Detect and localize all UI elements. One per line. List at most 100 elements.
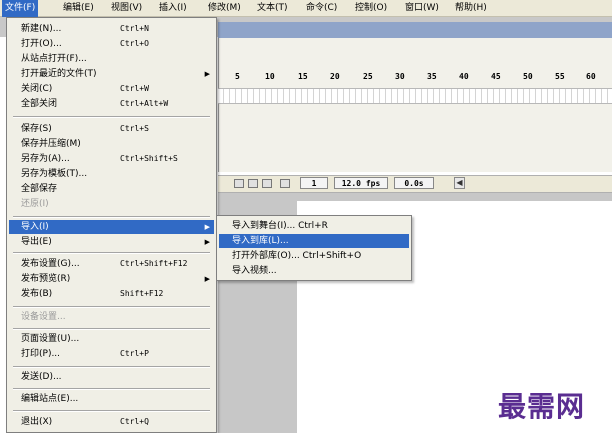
menu-item-open-from-site[interactable]: 从站点打开(F)... <box>9 52 214 66</box>
menu-item-label: 退出(X) <box>21 417 53 427</box>
menu-item-label: 发布预览(R) <box>21 274 71 284</box>
timeline-ruler: 5 10 15 20 25 30 35 40 45 50 55 60 <box>218 72 612 86</box>
menu-item-shortcut: Ctrl+Shift+S <box>120 154 178 163</box>
menu-item-label: 打开最近的文件(T) <box>21 69 97 79</box>
scroll-left-icon[interactable]: ◀ <box>454 177 465 189</box>
submenu-arrow-icon: ▶ <box>204 70 210 78</box>
menu-commands[interactable]: 命令(C) <box>303 0 340 17</box>
submenu-item-import-to-library[interactable]: 导入到库(L)... <box>219 234 409 248</box>
ruler-number: 45 <box>491 72 501 81</box>
ruler-number: 20 <box>330 72 340 81</box>
menu-item-device-settings: 设备设置... <box>9 310 214 324</box>
menu-item-publish[interactable]: 发布(B) Shift+F12 <box>9 287 214 301</box>
menu-separator <box>13 410 210 412</box>
document-tab-bar <box>218 22 612 38</box>
menu-item-label: 另存为模板(T)... <box>21 169 88 179</box>
menu-item-shortcut: Ctrl+Shift+F12 <box>120 259 188 268</box>
menu-item-shortcut: Ctrl+P <box>120 349 149 358</box>
menu-separator <box>13 216 210 218</box>
submenu-arrow-icon: ▶ <box>204 223 210 231</box>
menu-item-save-all[interactable]: 全部保存 <box>9 182 214 196</box>
menu-item-exit[interactable]: 退出(X) Ctrl+Q <box>9 415 214 429</box>
menu-item-send[interactable]: 发送(D)... <box>9 370 214 384</box>
center-frame-icon[interactable] <box>234 179 244 188</box>
menu-item-publish-settings[interactable]: 发布设置(G)... Ctrl+Shift+F12 <box>9 257 214 271</box>
menu-help[interactable]: 帮助(H) <box>452 0 490 17</box>
menu-item-label: 设备设置... <box>21 312 66 322</box>
menu-bar: 文件(F) 编辑(E) 视图(V) 插入(I) 修改(M) 文本(T) 命令(C… <box>0 0 612 17</box>
onion-skin-icon[interactable] <box>248 179 258 188</box>
menu-separator <box>13 116 210 118</box>
menu-separator <box>13 328 210 330</box>
ruler-number: 5 <box>235 72 240 81</box>
submenu-item-open-external-library[interactable]: 打开外部库(O)... Ctrl+Shift+O <box>219 249 409 263</box>
menu-item-label: 新建(N)... <box>21 24 62 34</box>
menu-item-close[interactable]: 关闭(C) Ctrl+W <box>9 82 214 96</box>
onion-outline-icon[interactable] <box>262 179 272 188</box>
menu-separator <box>13 306 210 308</box>
menu-item-label: 导入(I) <box>21 222 49 232</box>
menu-item-new[interactable]: 新建(N)... Ctrl+N <box>9 22 214 36</box>
menu-item-export[interactable]: 导出(E) ▶ <box>9 235 214 249</box>
menu-item-shortcut: Ctrl+W <box>120 84 149 93</box>
submenu-arrow-icon: ▶ <box>204 275 210 283</box>
menu-item-page-setup[interactable]: 页面设置(U)... <box>9 332 214 346</box>
timeline-frames[interactable] <box>218 88 612 104</box>
menu-item-save[interactable]: 保存(S) Ctrl+S <box>9 122 214 136</box>
menu-window[interactable]: 窗口(W) <box>402 0 442 17</box>
timeline-panel <box>218 38 612 172</box>
menu-item-label: 编辑站点(E)... <box>21 394 79 404</box>
menu-item-label: 页面设置(U)... <box>21 334 80 344</box>
timeline-status-bar: 1 12.0 fps 0.0s ◀ <box>218 175 612 193</box>
menu-item-label: 打开外部库(O)... Ctrl+Shift+O <box>232 251 362 261</box>
menu-item-save-and-compact[interactable]: 保存并压缩(M) <box>9 137 214 151</box>
menu-edit[interactable]: 编辑(E) <box>60 0 97 17</box>
ruler-number: 10 <box>265 72 275 81</box>
menu-item-label: 全部保存 <box>21 184 58 194</box>
menu-item-open[interactable]: 打开(O)... Ctrl+O <box>9 37 214 51</box>
menu-item-label: 关闭(C) <box>21 84 53 94</box>
menu-item-revert: 还原(I) <box>9 197 214 211</box>
menu-item-label: 导出(E) <box>21 237 52 247</box>
menu-item-publish-preview[interactable]: 发布预览(R) ▶ <box>9 272 214 286</box>
file-menu: 新建(N)... Ctrl+N 打开(O)... Ctrl+O 从站点打开(F)… <box>6 17 217 433</box>
menu-insert[interactable]: 插入(I) <box>156 0 190 17</box>
menu-file[interactable]: 文件(F) <box>2 0 39 17</box>
menu-item-shortcut: Ctrl+Q <box>120 417 149 426</box>
menu-item-save-as[interactable]: 另存为(A)... Ctrl+Shift+S <box>9 152 214 166</box>
submenu-item-import-to-stage[interactable]: 导入到舞台(I)... Ctrl+R <box>219 219 409 233</box>
menu-item-shortcut: Shift+F12 <box>120 289 164 298</box>
edit-multiple-frames-icon[interactable] <box>280 179 290 188</box>
ruler-number: 15 <box>298 72 308 81</box>
ruler-number: 50 <box>523 72 533 81</box>
ruler-number: 35 <box>427 72 437 81</box>
menu-item-label: 导入视频... <box>232 266 277 276</box>
menu-text[interactable]: 文本(T) <box>254 0 291 17</box>
menu-item-label: 从站点打开(F)... <box>21 54 87 64</box>
current-frame: 1 <box>300 177 328 189</box>
menu-item-edit-sites[interactable]: 编辑站点(E)... <box>9 392 214 406</box>
menu-item-save-as-template[interactable]: 另存为模板(T)... <box>9 167 214 181</box>
ruler-number: 25 <box>363 72 373 81</box>
menu-view[interactable]: 视图(V) <box>108 0 145 17</box>
menu-modify[interactable]: 修改(M) <box>205 0 244 17</box>
ruler-number: 60 <box>586 72 596 81</box>
menu-item-close-all[interactable]: 全部关闭 Ctrl+Alt+W <box>9 97 214 111</box>
menu-item-label: 保存(S) <box>21 124 52 134</box>
menu-item-label: 另存为(A)... <box>21 154 70 164</box>
frame-rate: 12.0 fps <box>334 177 388 189</box>
menu-separator <box>13 388 210 390</box>
menu-item-shortcut: Ctrl+Alt+W <box>120 99 169 108</box>
menu-item-label: 发布(B) <box>21 289 53 299</box>
menu-item-import[interactable]: 导入(I) ▶ <box>9 220 214 234</box>
menu-control[interactable]: 控制(O) <box>352 0 390 17</box>
watermark-logo: 最需网 <box>498 390 586 423</box>
menu-item-open-recent[interactable]: 打开最近的文件(T) ▶ <box>9 67 214 81</box>
menu-item-shortcut: Ctrl+N <box>120 24 149 33</box>
menu-item-label: 打开(O)... <box>21 39 62 49</box>
menu-item-label: 打印(P)... <box>21 349 61 359</box>
submenu-item-import-video[interactable]: 导入视频... <box>219 264 409 278</box>
ruler-number: 40 <box>459 72 469 81</box>
menu-item-print[interactable]: 打印(P)... Ctrl+P <box>9 347 214 361</box>
menu-item-label: 全部关闭 <box>21 99 58 109</box>
